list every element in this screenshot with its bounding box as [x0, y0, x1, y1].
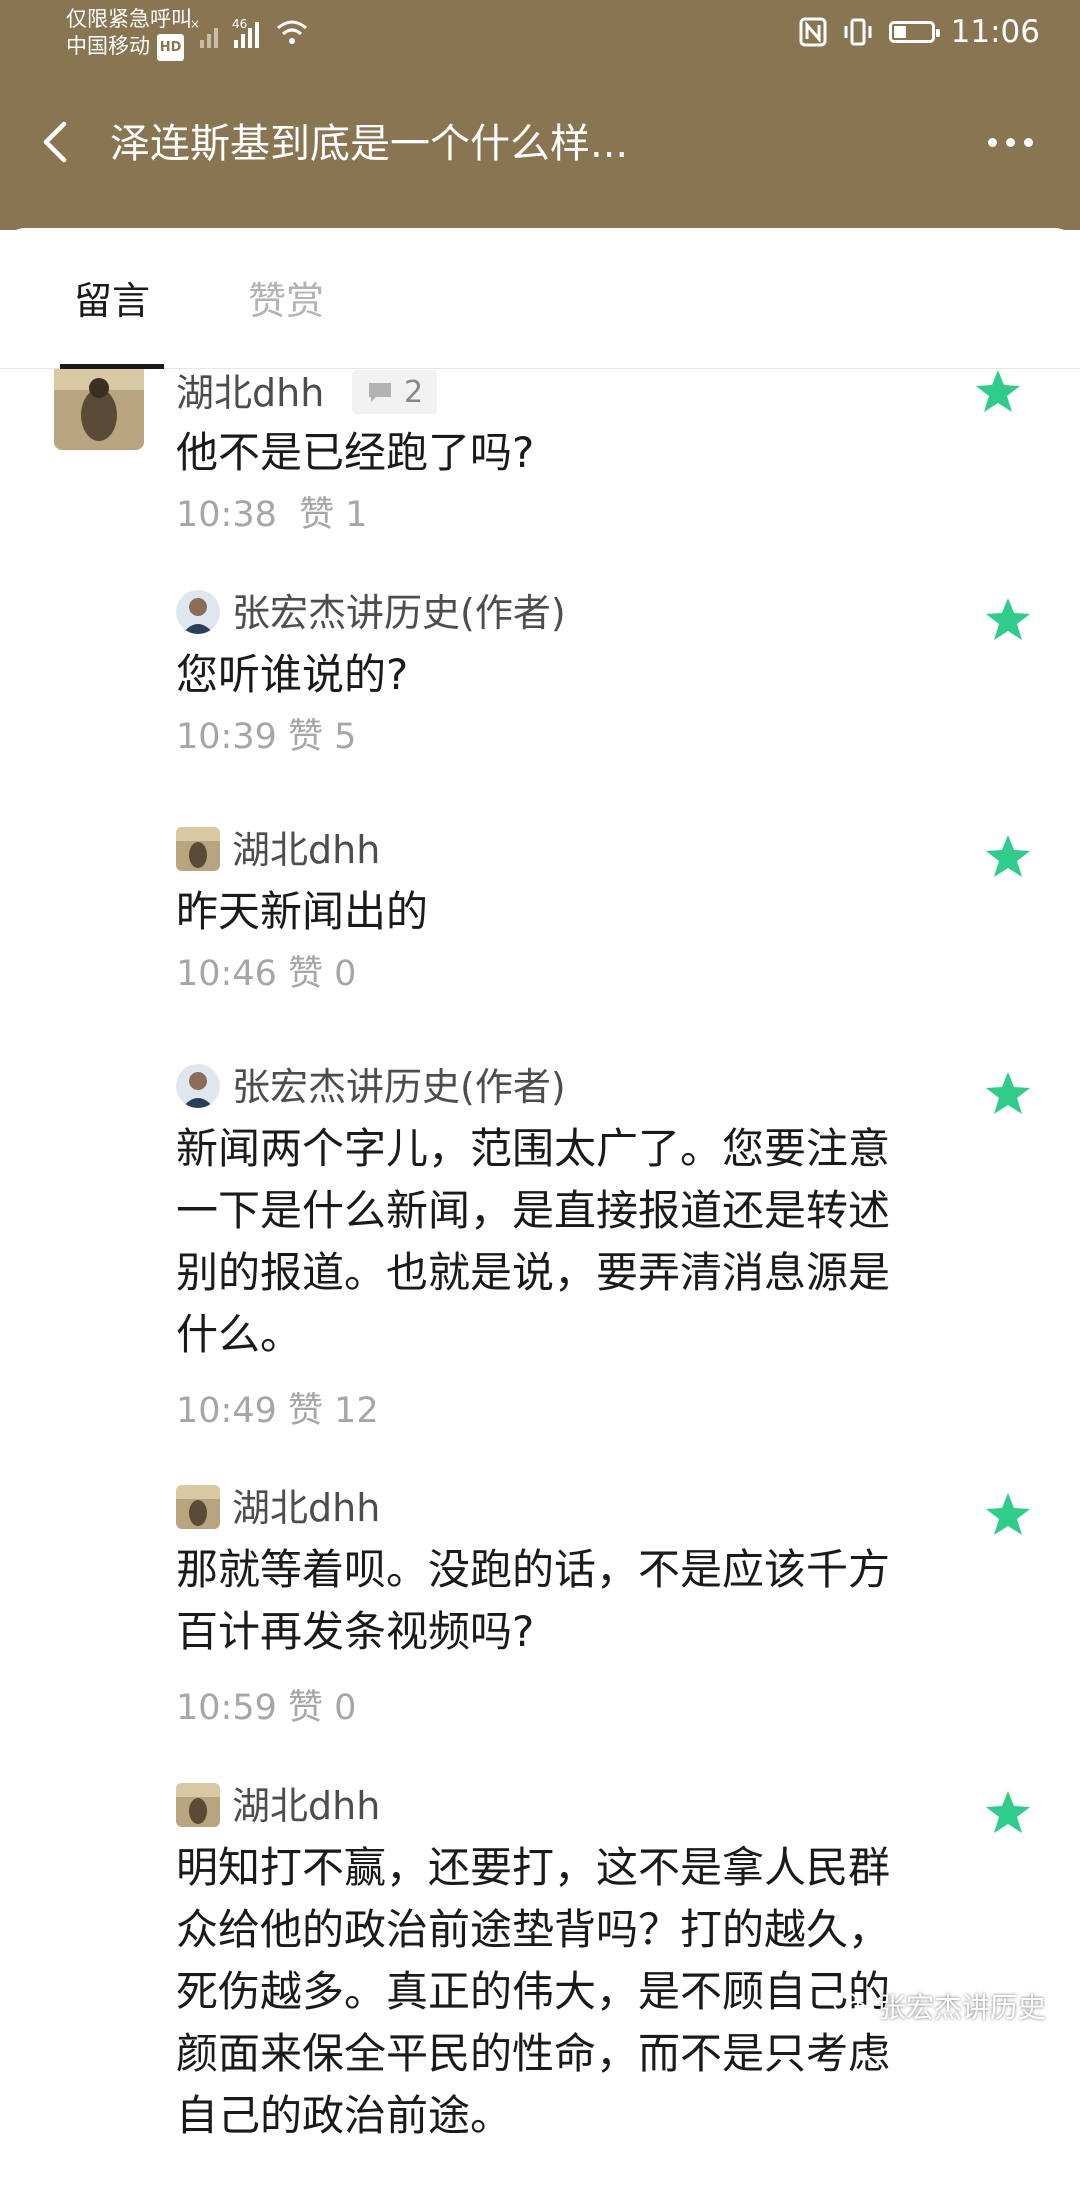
wechat-icon	[832, 1992, 867, 2019]
featured-star-icon	[986, 1791, 1030, 1833]
reply-nickname[interactable]: 湖北dhh	[232, 1483, 380, 1533]
avatar[interactable]	[176, 590, 220, 634]
carrier-info: 仅限紧急呼叫 中国移动 HD	[66, 6, 192, 61]
tab-rewards[interactable]: 赞赏	[248, 276, 324, 326]
tab-bar: 留言 赞赏	[0, 228, 1080, 369]
reply-meta: 10:39 赞 5	[176, 714, 356, 760]
comment-content: 他不是已经跑了吗?	[176, 428, 535, 477]
reply-nickname[interactable]: 张宏杰讲历史(作者)	[232, 588, 566, 638]
reply-time: 10:59	[176, 1688, 277, 1728]
network-type-label: 46	[232, 17, 247, 31]
reply-meta: 10:59 赞 0	[176, 1685, 356, 1731]
reply-content: 明知打不赢，还要打，这不是拿人民群众给他的政治前途垫背吗？打的越久，死伤越多。真…	[176, 1843, 891, 2140]
reply-count: 2	[404, 374, 424, 410]
tab-comments[interactable]: 留言	[74, 276, 150, 326]
back-arrow-icon[interactable]	[36, 116, 76, 168]
comment-nickname[interactable]: 湖北dhh	[176, 368, 324, 418]
featured-star-icon	[986, 835, 1030, 877]
page-title: 泽连斯基到底是一个什么样...	[110, 121, 629, 167]
avatar[interactable]	[176, 1064, 220, 1108]
reply-nickname[interactable]: 湖北dhh	[232, 825, 380, 875]
comment-time: 10:38	[176, 495, 277, 535]
reply-content: 新闻两个字儿，范围太广了。您要注意一下是什么新闻，是直接报道还是转述别的报道。也…	[176, 1124, 891, 1359]
watermark-text: 张宏杰讲历史	[877, 1991, 1046, 2024]
featured-star-icon	[986, 598, 1030, 640]
reply-content: 那就等着呗。没跑的话，不是应该千方百计再发条视频吗?	[176, 1545, 891, 1656]
article-header: 泽连斯基到底是一个什么样...	[0, 70, 1080, 230]
battery-icon	[888, 21, 940, 43]
status-time: 11:06	[950, 14, 1040, 50]
reply-content: 昨天新闻出的	[176, 887, 429, 936]
svg-text:×: ×	[190, 17, 200, 31]
comment-meta: 10:38 赞 1	[176, 492, 368, 538]
avatar[interactable]	[176, 1485, 220, 1529]
featured-star-icon	[986, 1072, 1030, 1114]
reply-nickname[interactable]: 张宏杰讲历史(作者)	[232, 1062, 566, 1112]
reply-time: 10:49	[176, 1391, 277, 1431]
reply-meta: 10:49 赞 12	[176, 1388, 379, 1434]
comments-sheet: 留言 赞赏 湖北dhh 2 他不是已经跑了吗? 10:38 赞 1 张宏杰讲历史…	[0, 228, 1080, 2204]
carrier-name: 中国移动	[66, 34, 150, 58]
status-bar: 仅限紧急呼叫 中国移动 HD × 46 11:06	[0, 0, 1080, 70]
featured-star-icon	[986, 1493, 1030, 1535]
like-count[interactable]: 赞 12	[288, 1391, 379, 1431]
avatar[interactable]	[176, 827, 220, 871]
reply-time: 10:46	[176, 954, 277, 994]
avatar[interactable]	[176, 1783, 220, 1827]
reply-nickname[interactable]: 湖北dhh	[232, 1781, 380, 1831]
reply-meta: 10:46 赞 0	[176, 951, 356, 997]
hd-badge: HD	[156, 33, 185, 61]
active-tab-indicator	[60, 364, 164, 369]
reply-time: 10:39	[176, 717, 277, 757]
more-options-icon[interactable]	[988, 132, 1044, 152]
nfc-icon	[799, 17, 827, 47]
like-count[interactable]: 赞 5	[288, 717, 356, 757]
like-count[interactable]: 赞 0	[288, 1688, 356, 1728]
like-count[interactable]: 赞 0	[288, 954, 356, 994]
reply-count-badge[interactable]: 2	[352, 370, 438, 414]
featured-star-icon	[976, 370, 1020, 412]
like-count[interactable]: 赞 1	[299, 495, 367, 535]
reply-content: 您听谁说的?	[176, 650, 409, 699]
emergency-only-text: 仅限紧急呼叫	[66, 7, 192, 31]
avatar[interactable]	[54, 360, 144, 450]
comment-bubble-icon	[369, 383, 391, 402]
signal-icon: × 46	[190, 17, 307, 48]
vibrate-icon	[844, 18, 872, 46]
watermark: 张宏杰讲历史	[832, 1986, 1046, 2026]
